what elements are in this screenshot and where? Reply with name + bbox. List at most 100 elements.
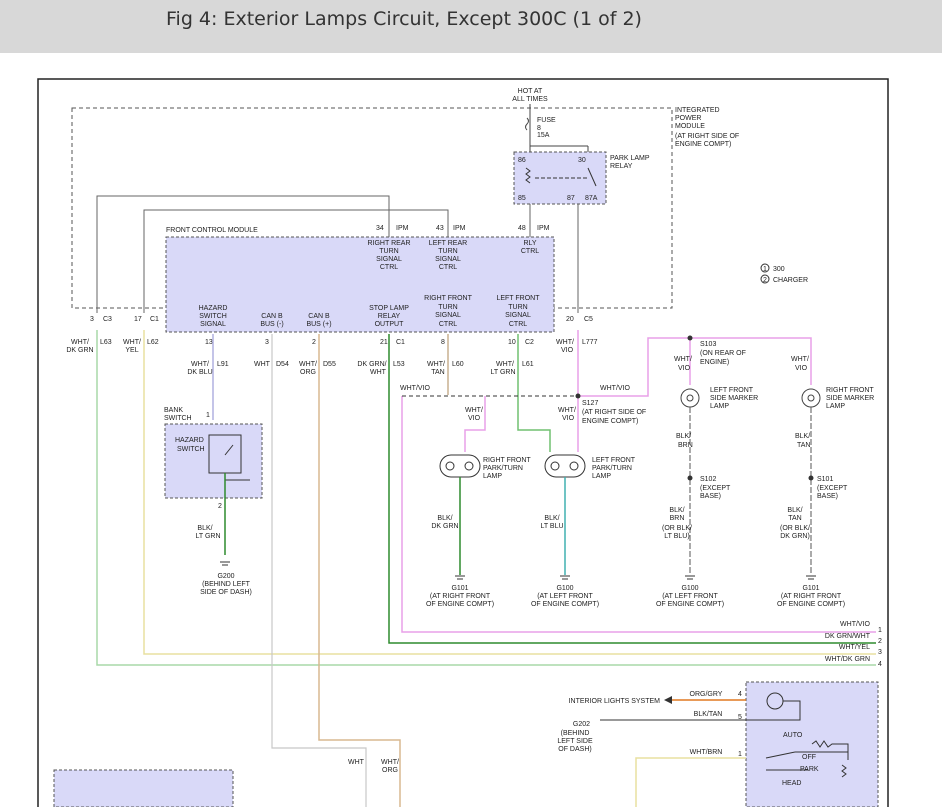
- svg-text:L91: L91: [217, 361, 229, 368]
- svg-text:CTRL: CTRL: [521, 248, 539, 255]
- relay-label-1: PARK LAMP: [610, 155, 650, 162]
- rfsm-label-2: SIDE MARKER: [826, 395, 874, 402]
- bank-label-1: BANK: [164, 407, 183, 414]
- lfsm-label-2: SIDE MARKER: [710, 395, 758, 402]
- s103-loc-2: ENGINE): [700, 359, 729, 366]
- fcm-pin-43: 43: [436, 225, 444, 232]
- bus-label-1: WHT/VIO: [840, 621, 870, 628]
- s103-loc-1: (ON REAR OF: [700, 350, 746, 357]
- legend-num-1: 1: [763, 266, 767, 273]
- svg-text:YEL: YEL: [125, 347, 138, 354]
- rfsm-wire-2: VIO: [795, 365, 808, 372]
- lfp-label-2: PARK/TURN: [592, 465, 632, 472]
- g100b-wire-1: BLK/: [669, 507, 684, 514]
- switch-auto: AUTO: [783, 732, 803, 739]
- g200-wire-1: BLK/: [197, 525, 212, 532]
- svg-text:WHT/: WHT/: [123, 339, 141, 346]
- g101-label: G101: [451, 585, 468, 592]
- left-conn-c3: C3: [103, 316, 112, 323]
- relay-pin-86: 86: [518, 157, 526, 164]
- g100b-label: G100: [681, 585, 698, 592]
- g101-wire-1: BLK/: [437, 515, 452, 522]
- relay-pin-87: 87: [567, 195, 575, 202]
- g100-loc-2: OF ENGINE COMPT): [531, 601, 599, 608]
- lfsm-label-1: LEFT FRONT: [710, 387, 754, 394]
- svg-text:D54: D54: [276, 361, 289, 368]
- svg-text:LEFT REAR: LEFT REAR: [429, 240, 467, 247]
- left-side-marker-lamp-icon: [680, 388, 700, 408]
- left-pin-17: 17: [134, 316, 142, 323]
- g101b-loc-1: (AT RIGHT FRONT: [781, 593, 842, 600]
- headlamp-switch-box: [745, 681, 879, 807]
- svg-text:WHT/: WHT/: [496, 361, 514, 368]
- bottom-wht-label: WHT: [348, 759, 365, 766]
- svg-text:2: 2: [312, 339, 316, 346]
- s127-label: S127: [582, 400, 598, 407]
- wire-wht-ltgrn: [517, 334, 551, 452]
- g100b-wire-4: LT BLU): [664, 533, 689, 540]
- rfsm-tan: TAN: [797, 442, 810, 449]
- ground-icon-g100: [560, 575, 570, 580]
- svg-text:WHT/: WHT/: [556, 339, 574, 346]
- s101-loc-1: (EXCEPT: [817, 485, 848, 492]
- fcm-title: FRONT CONTROL MODULE: [166, 227, 258, 234]
- lfp-wire-label-2: VIO: [562, 415, 575, 422]
- interior-lights-label: INTERIOR LIGHTS SYSTEM: [569, 698, 661, 705]
- conn-c5: C5: [584, 316, 593, 323]
- lfp-label-1: LEFT FRONT: [592, 457, 636, 464]
- g200-label: G200: [217, 573, 234, 580]
- org-gry-label: ORG/GRY: [690, 691, 723, 698]
- svg-text:CTRL: CTRL: [509, 321, 527, 328]
- svg-text:RIGHT FRONT: RIGHT FRONT: [424, 295, 472, 302]
- arrow-left-icon: [664, 696, 672, 704]
- relay-label-2: RELAY: [610, 163, 633, 170]
- g202-loc-1: (BEHIND: [561, 730, 590, 737]
- fcm-pin-43-conn: IPM: [453, 225, 466, 232]
- rfp-wire-label-2: VIO: [468, 415, 481, 422]
- svg-text:SIGNAL: SIGNAL: [435, 256, 461, 263]
- fcm-pin-34-conn: IPM: [396, 225, 409, 232]
- svg-text:RLY: RLY: [523, 240, 536, 247]
- g202-loc-2: LEFT SIDE: [557, 738, 593, 745]
- right-side-marker-lamp-icon: [801, 388, 821, 408]
- right-front-park-turn-lamp-icon: [439, 454, 481, 478]
- svg-text:HAZARD: HAZARD: [199, 305, 228, 312]
- fuse-icon: [525, 117, 529, 131]
- g101b-wire-2: TAN: [788, 515, 801, 522]
- svg-text:SIGNAL: SIGNAL: [376, 256, 402, 263]
- s102-loc-2: BASE): [700, 493, 721, 500]
- svg-text:DK GRN: DK GRN: [66, 347, 93, 354]
- svg-text:WHT: WHT: [254, 361, 271, 368]
- svg-text:13: 13: [205, 339, 213, 346]
- ground-icon-g200: [220, 561, 230, 566]
- g100-loc-1: (AT LEFT FRONT: [537, 593, 593, 600]
- switch-head: HEAD: [782, 780, 801, 787]
- wire-wht-brn: [635, 757, 746, 807]
- g101b-wire-1: BLK/: [787, 507, 802, 514]
- s103-label: S103: [700, 341, 716, 348]
- relay-pin-85: 85: [518, 195, 526, 202]
- bus-num-3: 3: [878, 649, 882, 656]
- rfp-label-3: LAMP: [483, 473, 502, 480]
- svg-text:WHT/: WHT/: [191, 361, 209, 368]
- svg-text:ORG: ORG: [300, 369, 316, 376]
- svg-text:CTRL: CTRL: [439, 321, 457, 328]
- blk-tan-label: BLK/TAN: [694, 711, 723, 718]
- s102-loc-1: (EXCEPT: [700, 485, 731, 492]
- wire-wht-org: [318, 334, 401, 807]
- svg-text:BUS (-): BUS (-): [260, 321, 283, 328]
- svg-text:STOP LAMP: STOP LAMP: [369, 305, 409, 312]
- svg-text:VIO: VIO: [561, 347, 574, 354]
- g202-label: G202: [573, 721, 590, 728]
- lower-module-box: [53, 769, 234, 807]
- g200-loc-1: (BEHIND LEFT: [202, 581, 251, 588]
- g101-loc-1: (AT RIGHT FRONT: [430, 593, 491, 600]
- fcm-pin-48: 48: [518, 225, 526, 232]
- svg-text:WHT/: WHT/: [299, 361, 317, 368]
- ipm-label-5: ENGINE COMPT): [675, 141, 731, 148]
- ipm-label-4: (AT RIGHT SIDE OF: [675, 133, 739, 140]
- svg-text:RELAY: RELAY: [378, 313, 401, 320]
- bus-num-2: 2: [878, 638, 882, 645]
- hazard-pin-1: 1: [206, 412, 210, 419]
- svg-text:TURN: TURN: [438, 304, 457, 311]
